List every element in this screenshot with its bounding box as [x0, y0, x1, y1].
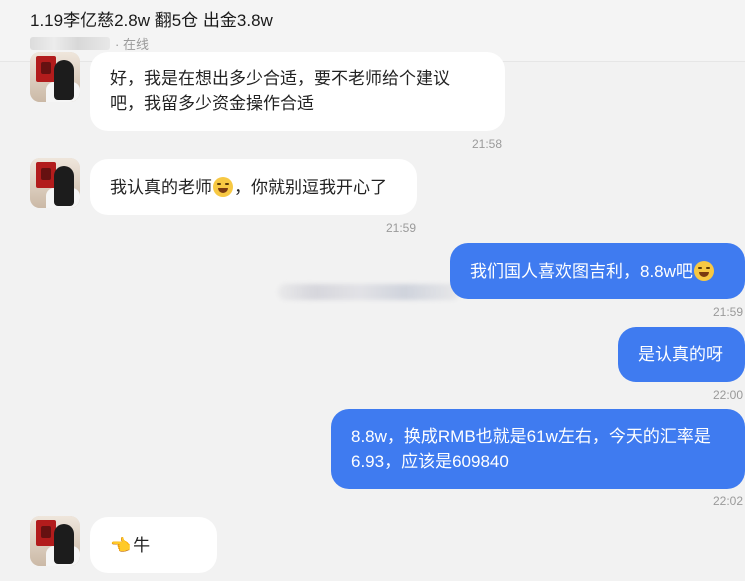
message-time: 22:02 [713, 494, 744, 508]
chat-title: 1.19李亿慈2.8w 翻5仓 出金3.8w [30, 11, 273, 30]
avatar[interactable] [30, 158, 80, 208]
message-bubble-outgoing[interactable]: 是认真的呀 [618, 327, 745, 382]
laughing-face-icon [213, 177, 233, 197]
message-text: 我认真的老师 [110, 177, 212, 197]
message-time: 22:00 [713, 388, 744, 402]
message-text-line: 吧，我留多少资金操作合适 [110, 94, 314, 113]
message-text-line: 6.93，应该是609840 [351, 452, 509, 471]
message-text: ，你就别逗我开心了 [234, 177, 387, 197]
online-status: · 在线 [115, 37, 149, 52]
avatar[interactable] [30, 52, 80, 102]
hand-pointing-icon: 👈 [110, 535, 132, 555]
message-bubble-incoming[interactable]: 👈 牛 [90, 517, 217, 573]
message-bubble-outgoing[interactable]: 我们国人喜欢图吉利，8.8w吧 [450, 243, 745, 299]
contact-status: · 在线 [30, 34, 149, 53]
message-bubble-incoming[interactable]: 好，我是在想出多少合适，要不老师给个建议 吧，我留多少资金操作合适 [90, 52, 505, 131]
message-text-line: 8.8w，换成RMB也就是61w左右，今天的汇率是 [351, 427, 711, 446]
message-time: 21:59 [386, 221, 417, 235]
message-time: 21:58 [472, 137, 503, 151]
blurred-read-status [278, 284, 460, 300]
message-time: 21:59 [713, 305, 744, 319]
message-text: 我们国人喜欢图吉利，8.8w吧 [470, 261, 693, 281]
message-bubble-incoming[interactable]: 我认真的老师 ，你就别逗我开心了 [90, 159, 417, 215]
grinning-face-icon [693, 261, 714, 281]
message-text-line: 好，我是在想出多少合适，要不老师给个建议 [110, 69, 450, 88]
blurred-contact-name [30, 37, 110, 50]
message-text: 牛 [133, 535, 151, 555]
message-text: 是认真的呀 [638, 345, 723, 364]
avatar[interactable] [30, 516, 80, 566]
message-bubble-outgoing[interactable]: 8.8w，换成RMB也就是61w左右，今天的汇率是 6.93，应该是609840 [331, 409, 745, 489]
